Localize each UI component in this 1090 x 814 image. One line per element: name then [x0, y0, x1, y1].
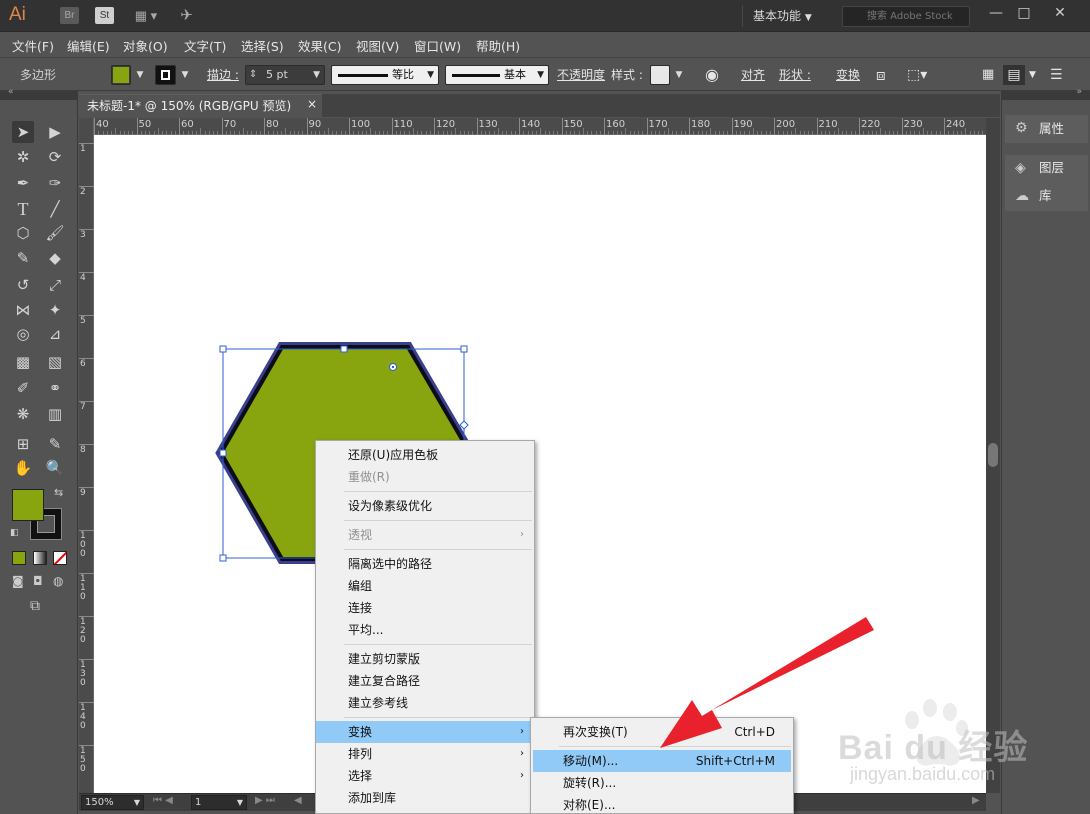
illustrator-window: Ai Br St ▦ ▾ ✈ 基本功能 ▼ ⌕ 搜索 Adobe Stock —…	[0, 0, 1090, 814]
watermark-url: jingyan.baidu.com	[850, 764, 996, 784]
baidu-watermark: Bai du 经验 jingyan.baidu.com	[838, 690, 1088, 790]
watermark-brand: Bai du 经验	[838, 729, 1029, 767]
